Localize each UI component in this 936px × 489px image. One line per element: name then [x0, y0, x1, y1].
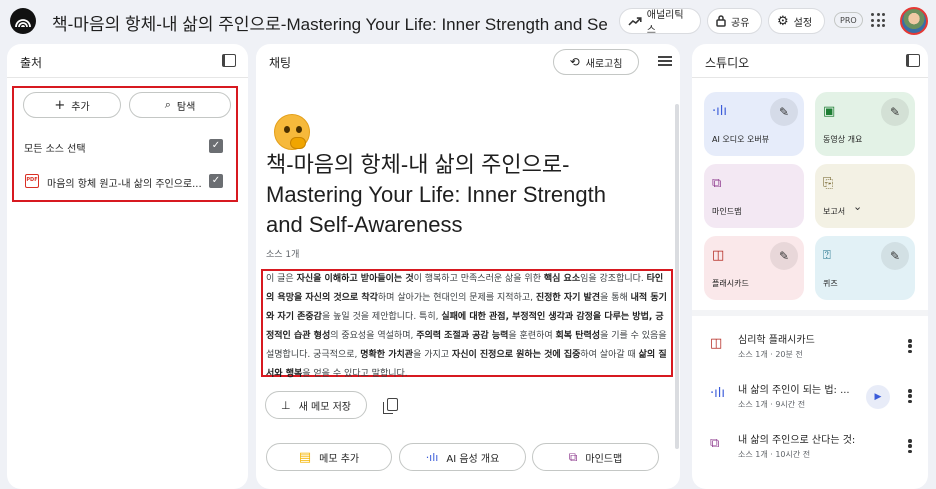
studio-output-item[interactable]: ·ılı 내 삶의 주인이 되는 법: ... 소스 1개 · 9시간 전 ▶: [702, 379, 918, 419]
pencil-icon[interactable]: ✎: [881, 242, 909, 270]
refresh-button[interactable]: ⟲ 새로고침: [553, 49, 639, 75]
divider: [692, 310, 928, 316]
notebook-heading: 책-마음의 항체-내 삶의 주인으로-Mastering Your Life: …: [266, 152, 606, 237]
studio-header: 스튜디오: [692, 44, 928, 78]
studio-output-item[interactable]: ⧉ 내 삶의 주인으로 산다는 것: 마... 소스 1개 · 10시간 전: [702, 429, 918, 469]
sources-panel: 출처 + 추가 ⌕ 탐색 모든 소스 선택 ✓ PDF 마음의 항체 원고-내 …: [7, 44, 248, 489]
notebooklm-logo-icon[interactable]: [10, 8, 36, 34]
sources-header: 출처: [7, 44, 248, 78]
plus-icon: +: [54, 97, 66, 113]
collapse-panel-icon[interactable]: [222, 54, 236, 67]
studio-panel: 스튜디오 ·ılı AI 오디오 오버뷰 ✎ ▣ 동영상 개요 ✎ ⧉ 마인드맵 ⎘ 보고서 ⌄ ◫ 플…: [692, 44, 928, 489]
studio-tile[interactable]: ⧉ 마인드맵: [704, 164, 804, 228]
analytics-button[interactable]: 애널리틱스: [619, 8, 701, 36]
mindmap-icon: ⧉: [710, 436, 720, 451]
source-item-checkbox[interactable]: ✓: [209, 174, 223, 188]
tune-icon[interactable]: [658, 55, 672, 67]
flashcard-icon: ◫: [710, 336, 723, 351]
share-label: 공유: [731, 17, 750, 29]
audio-overview-button[interactable]: ·ılı AI 음성 개요: [399, 443, 526, 471]
copy-icon[interactable]: [383, 398, 398, 414]
studio-tile[interactable]: ◫ 플래시카드 ✎: [704, 236, 804, 300]
chevron-down-icon[interactable]: ⌄: [853, 200, 862, 213]
mindmap-icon: ⧉: [568, 449, 578, 464]
pencil-icon[interactable]: ✎: [770, 242, 798, 270]
refresh-label: 새로고침: [585, 58, 623, 70]
explore-label: 탐색: [176, 101, 196, 113]
studio-tile-label: 보고서: [823, 207, 846, 216]
studio-tile[interactable]: ⍰ 퀴즈 ✎: [815, 236, 915, 300]
studio-tile[interactable]: ·ılı AI 오디오 오버뷰 ✎: [704, 92, 804, 156]
chat-title: 채팅: [269, 56, 292, 70]
studio-title: 스튜디오: [705, 56, 750, 70]
pencil-icon[interactable]: ✎: [770, 98, 798, 126]
refresh-icon: ⟲: [569, 55, 580, 69]
output-title: 내 삶의 주인으로 산다는 것: 마...: [738, 435, 858, 446]
more-options-icon[interactable]: [908, 339, 912, 353]
pencil-icon[interactable]: ✎: [881, 98, 909, 126]
studio-tile-label: 플래시카드: [712, 279, 749, 288]
save-note-button[interactable]: ⊥ 새 메모 저장: [265, 391, 367, 419]
save-note-label: 새 메모 저장: [298, 401, 351, 413]
lock-icon: [716, 15, 726, 27]
select-all-checkbox[interactable]: ✓: [209, 139, 223, 153]
play-icon[interactable]: ▶: [866, 385, 890, 409]
gear-icon: ⚙: [777, 13, 789, 29]
trending-up-icon: [628, 17, 642, 26]
sources-title: 출처: [20, 56, 43, 70]
notebook-summary: 이 글은 자신을 이해하고 받아들이는 것이 행복하고 만족스러운 삶을 위한 …: [266, 274, 667, 379]
video-icon: ▣: [823, 104, 836, 119]
more-options-icon[interactable]: [908, 389, 912, 403]
settings-label: 설정: [793, 17, 813, 29]
output-title: 심리학 플래시카드: [738, 335, 815, 346]
output-title: 내 삶의 주인이 되는 법: ...: [738, 385, 850, 396]
share-button[interactable]: 공유: [707, 8, 762, 34]
notebook-title[interactable]: 책-마음의 항체-내 삶의 주인으로-Mastering Your Life: …: [52, 10, 607, 35]
mindmap-icon: ⧉: [712, 176, 722, 191]
studio-tile[interactable]: ⎘ 보고서 ⌄: [815, 164, 915, 228]
studio-tile[interactable]: ▣ 동영상 개요 ✎: [815, 92, 915, 156]
output-meta: 소스 1개 · 10시간 전: [738, 450, 811, 459]
add-note-label: 메모 추가: [319, 453, 360, 465]
studio-tile-label: AI 오디오 오버뷰: [712, 135, 770, 144]
collapse-panel-icon[interactable]: [906, 54, 920, 67]
studio-output-item[interactable]: ◫ 심리학 플래시카드소스 1개 · 20분 전: [702, 329, 918, 369]
pin-icon: ⊥: [281, 398, 291, 412]
chat-panel: 채팅 ⟲ 새로고침 책-마음의 항체-내 삶의 주인으로-Mastering Y…: [256, 44, 680, 489]
mindmap-button[interactable]: ⧉ 마인드맵: [532, 443, 659, 471]
more-options-icon[interactable]: [908, 439, 912, 453]
output-meta: 소스 1개 · 9시간 전: [738, 400, 806, 409]
add-source-button[interactable]: + 추가: [23, 92, 121, 118]
search-spark-icon: ⌕: [164, 98, 171, 111]
report-icon: ⎘: [823, 176, 834, 191]
avatar[interactable]: [900, 7, 928, 35]
explore-button[interactable]: ⌕ 탐색: [129, 92, 231, 118]
thinking-emoji-icon: [274, 114, 310, 150]
pro-badge: PRO: [834, 12, 863, 28]
audio-overview-label: AI 음성 개요: [446, 453, 500, 465]
audio-icon: ·ılı: [712, 104, 727, 119]
source-item-label[interactable]: 마음의 항체 원고-내 삶의 주인으로...: [47, 175, 202, 190]
mindmap-label: 마인드맵: [585, 453, 623, 465]
studio-tile-label: 퀴즈: [823, 279, 838, 288]
quiz-icon: ⍰: [823, 248, 831, 263]
audio-icon: ·ılı: [710, 386, 725, 401]
scrollbar[interactable]: [675, 104, 679, 449]
source-count: 소스 1개: [266, 250, 300, 260]
audio-icon: ·ılı: [425, 450, 439, 464]
flashcard-icon: ◫: [712, 248, 725, 263]
apps-grid-icon[interactable]: [871, 13, 885, 27]
analytics-label: 애널리틱스: [646, 10, 684, 36]
add-source-label: 추가: [71, 101, 90, 113]
settings-button[interactable]: ⚙ 설정: [768, 8, 825, 34]
top-bar: 책-마음의 항체-내 삶의 주인으로-Mastering Your Life: …: [0, 0, 936, 42]
add-note-button[interactable]: ▤ 메모 추가: [266, 443, 392, 471]
output-meta: 소스 1개 · 20분 전: [738, 350, 803, 359]
studio-tile-label: 마인드맵: [712, 207, 742, 216]
select-all-label: 모든 소스 선택: [24, 144, 86, 155]
studio-tile-label: 동영상 개요: [823, 135, 863, 144]
pdf-icon: PDF: [25, 174, 39, 188]
note-icon: ▤: [298, 449, 312, 465]
